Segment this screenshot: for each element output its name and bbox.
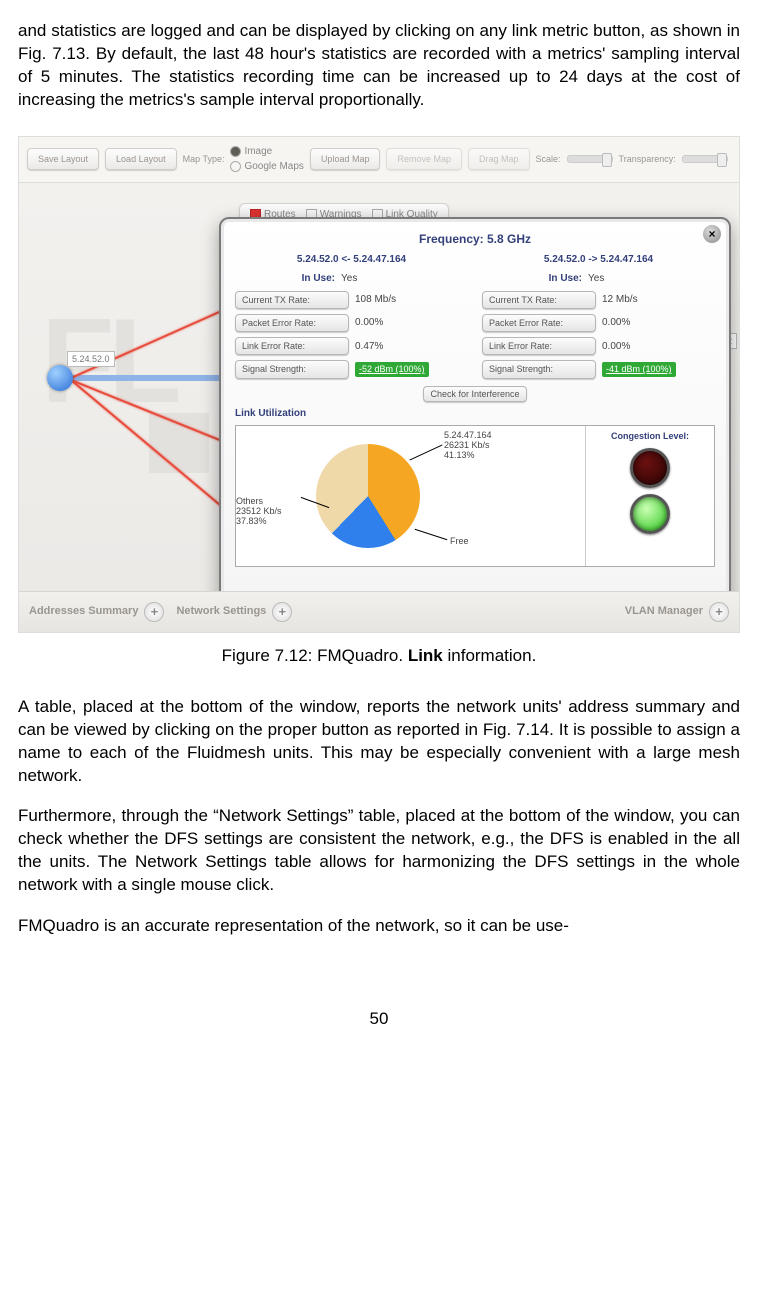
signal-strength-value: -52 dBm (100%) <box>355 362 429 376</box>
popup-title: Frequency: 5.8 GHz <box>235 231 715 247</box>
close-icon[interactable]: × <box>703 225 721 243</box>
map-toolbar: Save Layout Load Layout Map Type: Image … <box>19 137 739 183</box>
paragraph-3: Furthermore, through the “Network Settin… <box>18 805 740 897</box>
figure-7-12: Save Layout Load Layout Map Type: Image … <box>18 136 740 633</box>
link-utilization-title: Link Utilization <box>235 407 715 421</box>
vlan-manager-button[interactable]: VLAN Manager+ <box>625 602 729 622</box>
in-use-label: In Use: <box>482 272 582 286</box>
congestion-lamp-green-icon <box>630 494 670 534</box>
congestion-panel: Congestion Level: <box>585 426 714 566</box>
pie-chart <box>316 444 420 548</box>
link-error-rate-button[interactable]: Link Error Rate: <box>482 337 596 355</box>
fmquadro-screenshot: Save Layout Load Layout Map Type: Image … <box>18 136 740 633</box>
leader-line <box>409 444 442 460</box>
ler-value: 0.00% <box>602 340 630 354</box>
signal-strength-value: -41 dBm (100%) <box>602 362 676 376</box>
figure-caption: Figure 7.12: FMQuadro. Link information. <box>18 645 740 668</box>
ler-value: 0.47% <box>355 340 383 354</box>
scale-slider[interactable] <box>567 155 613 163</box>
addresses-summary-button[interactable]: Addresses Summary+ <box>29 602 164 622</box>
expand-icon: + <box>144 602 164 622</box>
radio-on-icon <box>230 146 241 157</box>
transparency-label: Transparency: <box>619 153 676 165</box>
expand-icon: + <box>709 602 729 622</box>
packet-error-rate-button[interactable]: Packet Error Rate: <box>482 314 596 332</box>
pie-label-others: Others 23512 Kb/s 37.83% <box>236 496 282 527</box>
load-layout-button[interactable]: Load Layout <box>105 148 177 170</box>
upload-map-button[interactable]: Upload Map <box>310 148 381 170</box>
in-use-label: In Use: <box>235 272 335 286</box>
page-number: 50 <box>18 1008 740 1031</box>
link-error-rate-button[interactable]: Link Error Rate: <box>235 337 349 355</box>
paragraph-4: FMQuadro is an accurate representation o… <box>18 915 740 938</box>
tx-rate-button[interactable]: Current TX Rate: <box>482 291 596 309</box>
in-use-value: Yes <box>341 272 357 286</box>
link-left-column: 5.24.52.0 <- 5.24.47.164 In Use: Yes Curr… <box>235 253 468 384</box>
link-direction-left: 5.24.52.0 <- 5.24.47.164 <box>235 253 468 267</box>
map-type-google-option[interactable]: Google Maps <box>230 160 303 174</box>
per-value: 0.00% <box>355 316 383 330</box>
signal-strength-button[interactable]: Signal Strength: <box>235 360 349 378</box>
per-value: 0.00% <box>602 316 630 330</box>
tx-rate-value: 12 Mb/s <box>602 293 638 307</box>
congestion-label: Congestion Level: <box>590 430 710 442</box>
pie-label-free: Free <box>450 536 469 546</box>
bottom-panel-bar: Addresses Summary+ Network Settings+ VLA… <box>19 591 739 632</box>
link-info-popup: × Frequency: 5.8 GHz 5.24.52.0 <- 5.24.4… <box>219 217 731 629</box>
link-direction-right: 5.24.52.0 -> 5.24.47.164 <box>482 253 715 267</box>
check-interference-button[interactable]: Check for Interference <box>423 386 526 402</box>
remove-map-button[interactable]: Remove Map <box>386 148 462 170</box>
drag-map-button[interactable]: Drag Map <box>468 148 530 170</box>
network-settings-button[interactable]: Network Settings+ <box>176 602 292 622</box>
link-utilization-chart: 5.24.47.164 26231 Kb/s 41.13% Others 235… <box>235 425 715 567</box>
leader-line <box>415 528 448 539</box>
network-node[interactable] <box>47 365 73 391</box>
map-type-image-option[interactable]: Image <box>230 145 303 159</box>
scale-label: Scale: <box>536 153 561 165</box>
map-type-label: Map Type: <box>183 153 225 165</box>
transparency-slider[interactable] <box>682 155 728 163</box>
congestion-lamp-red-icon <box>630 448 670 488</box>
in-use-value: Yes <box>588 272 604 286</box>
packet-error-rate-button[interactable]: Packet Error Rate: <box>235 314 349 332</box>
expand-icon: + <box>272 602 292 622</box>
link-right-column: 5.24.52.0 -> 5.24.47.164 In Use: Yes Curr… <box>482 253 715 384</box>
node-ip-label: 5.24.52.0 <box>67 351 115 367</box>
signal-strength-button[interactable]: Signal Strength: <box>482 360 596 378</box>
link-line-blue <box>59 375 229 381</box>
tx-rate-button[interactable]: Current TX Rate: <box>235 291 349 309</box>
paragraph-1: and statistics are logged and can be dis… <box>18 20 740 112</box>
paragraph-2: A table, placed at the bottom of the win… <box>18 696 740 788</box>
radio-off-icon <box>230 161 241 172</box>
save-layout-button[interactable]: Save Layout <box>27 148 99 170</box>
pie-label-primary: 5.24.47.164 26231 Kb/s 41.13% <box>444 430 492 461</box>
tx-rate-value: 108 Mb/s <box>355 293 396 307</box>
